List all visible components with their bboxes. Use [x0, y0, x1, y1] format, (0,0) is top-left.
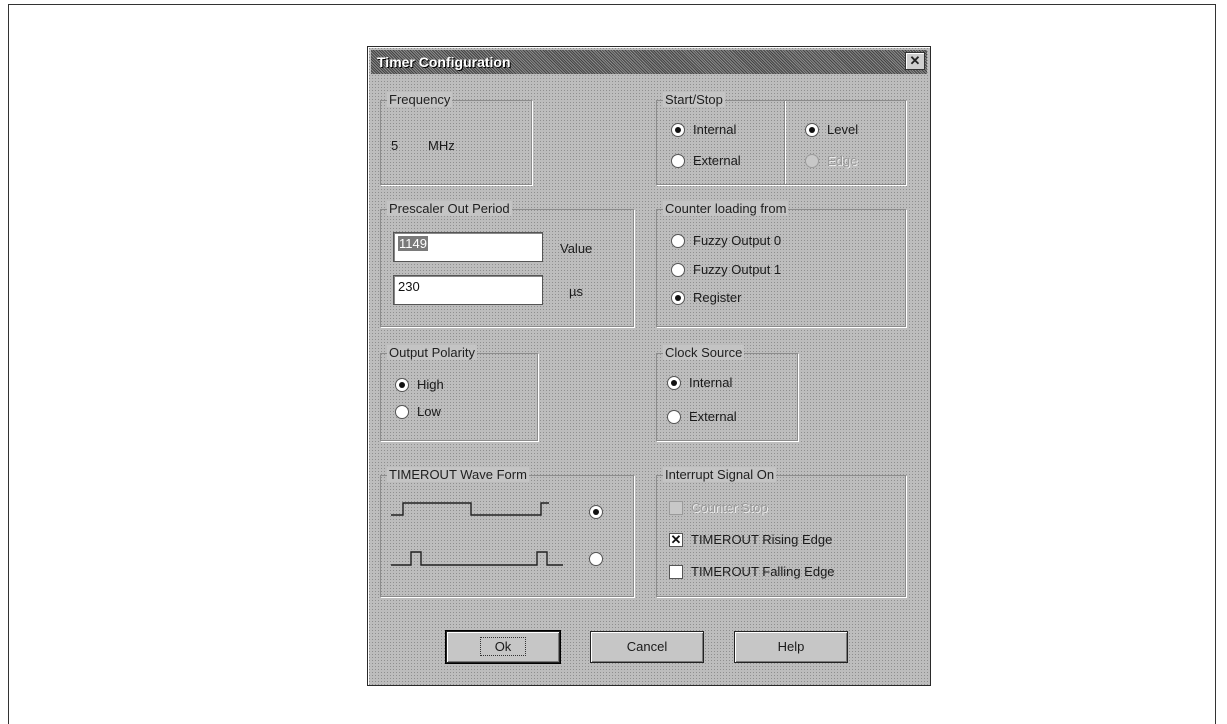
interrupt-legend: Interrupt Signal On	[663, 467, 777, 482]
frequency-group: Frequency 5 MHz	[380, 92, 532, 185]
start-stop-edge-radio	[805, 154, 819, 168]
interrupt-group: Interrupt Signal On Counter Stop ✕ TIMER…	[656, 467, 906, 597]
help-button-label: Help	[777, 639, 805, 654]
close-icon[interactable]: ✕	[905, 52, 925, 70]
prescaler-us-input[interactable]: 230	[393, 275, 543, 305]
clock-source-legend: Clock Source	[663, 345, 745, 360]
prescaler-us-label: µs	[569, 284, 583, 299]
help-button[interactable]: Help	[734, 631, 848, 663]
start-stop-internal-radio[interactable]	[671, 123, 685, 137]
start-stop-level-label: Level	[827, 122, 859, 137]
start-stop-group: Start/Stop Internal External Level Edge	[656, 92, 906, 185]
ok-button[interactable]: Ok	[445, 630, 561, 664]
interrupt-falling-checkbox[interactable]	[669, 565, 683, 579]
clock-source-internal-radio[interactable]	[667, 376, 681, 390]
counter-loading-group: Counter loading from Fuzzy Output 0 Fuzz…	[656, 201, 906, 327]
interrupt-counter-stop-label: Counter Stop	[691, 500, 768, 515]
title-bar[interactable]: Timer Configuration ✕	[371, 50, 927, 74]
start-stop-external-radio[interactable]	[671, 154, 685, 168]
counter-loading-register-label: Register	[693, 290, 742, 305]
start-stop-legend: Start/Stop	[663, 92, 725, 107]
timer-configuration-dialog: Timer Configuration ✕ Frequency 5 MHz St…	[367, 46, 931, 686]
prescaler-value-input[interactable]: 1149	[393, 232, 543, 262]
prescaler-group: Prescaler Out Period 1149 Value 230 µs	[380, 201, 634, 327]
interrupt-rising-label: TIMEROUT Rising Edge	[691, 532, 833, 547]
counter-loading-register-radio[interactable]	[671, 291, 685, 305]
clock-source-internal-label: Internal	[689, 375, 733, 390]
waveform-2-icon	[391, 551, 563, 566]
prescaler-value-text: 1149	[398, 236, 428, 251]
waveform-legend: TIMEROUT Wave Form	[387, 467, 529, 482]
start-stop-external-label: External	[693, 153, 741, 168]
cancel-button-label: Cancel	[626, 639, 668, 654]
waveform-group: TIMEROUT Wave Form	[380, 467, 634, 597]
counter-loading-fuzzy0-label: Fuzzy Output 0	[693, 233, 782, 248]
output-polarity-low-radio[interactable]	[395, 405, 409, 419]
ok-button-label: Ok	[479, 637, 527, 656]
prescaler-legend: Prescaler Out Period	[387, 201, 512, 216]
start-stop-internal-label: Internal	[693, 122, 737, 137]
output-polarity-high-label: High	[417, 377, 444, 392]
waveform-2-radio[interactable]	[589, 552, 603, 566]
interrupt-falling-label: TIMEROUT Falling Edge	[691, 564, 835, 579]
start-stop-divider	[784, 101, 785, 184]
output-polarity-high-radio[interactable]	[395, 378, 409, 392]
counter-loading-legend: Counter loading from	[663, 201, 789, 216]
counter-loading-fuzzy0-radio[interactable]	[671, 234, 685, 248]
start-stop-edge-label: Edge	[827, 153, 858, 168]
output-polarity-legend: Output Polarity	[387, 345, 477, 360]
frequency-unit: MHz	[428, 138, 455, 153]
waveform-1-icon	[391, 502, 549, 516]
prescaler-value-label: Value	[560, 241, 593, 256]
clock-source-external-radio[interactable]	[667, 410, 681, 424]
frequency-value: 5	[391, 138, 399, 153]
output-polarity-group: Output Polarity High Low	[380, 345, 538, 441]
waveform-1-radio[interactable]	[589, 505, 603, 519]
clock-source-external-label: External	[689, 409, 737, 424]
counter-loading-fuzzy1-label: Fuzzy Output 1	[693, 262, 782, 277]
frequency-legend: Frequency	[387, 92, 453, 107]
dialog-title: Timer Configuration	[377, 54, 511, 70]
interrupt-rising-checkbox[interactable]: ✕	[669, 533, 683, 547]
start-stop-level-radio[interactable]	[805, 123, 819, 137]
counter-loading-fuzzy1-radio[interactable]	[671, 263, 685, 277]
interrupt-counter-stop-checkbox	[669, 501, 683, 515]
clock-source-group: Clock Source Internal External	[656, 345, 798, 441]
output-polarity-low-label: Low	[417, 404, 441, 419]
cancel-button[interactable]: Cancel	[590, 631, 704, 663]
prescaler-us-text: 230	[398, 279, 420, 294]
